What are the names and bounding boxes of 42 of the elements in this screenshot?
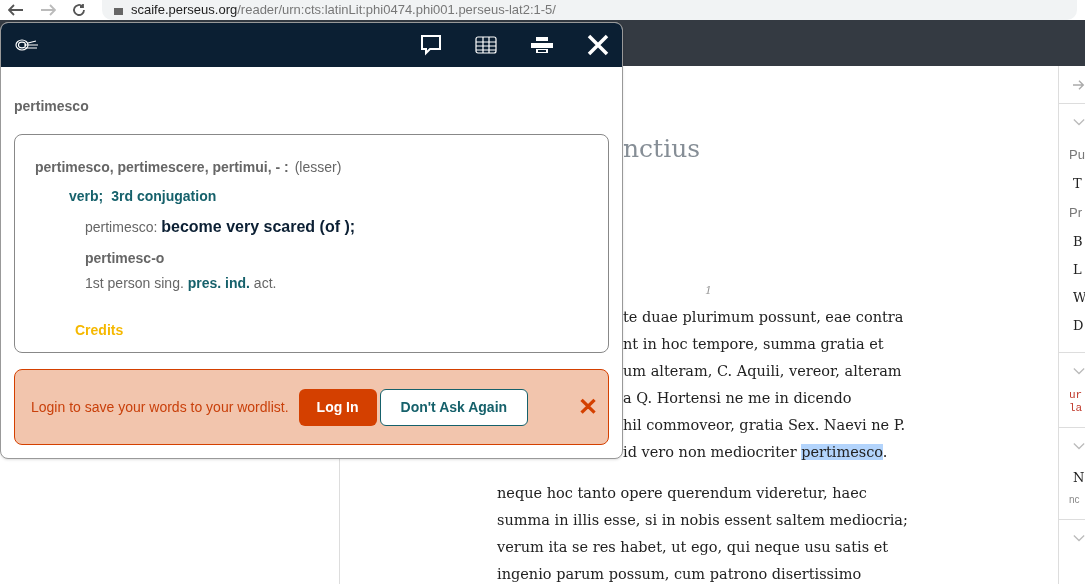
section-heading: Pr [1069,204,1083,223]
text-line: te duae plurimum possunt, eae contra [623,309,904,325]
address-bar[interactable]: scaife.perseus.org/reader/urn:cts:latinLit:phi0474.phi001.perseus-lat2:1-5/ [102,0,1077,20]
lookup-word: pertimesco [14,97,90,116]
metadata-entry: N [1072,469,1085,488]
login-message: Login to save your words to your wordlist. [31,397,289,417]
login-button[interactable]: Log In [298,388,377,426]
table-icon[interactable] [475,36,497,54]
text-line: hil commoveor, gratia Sex. Naevi ne P. [623,417,906,433]
definition: pertimesco: become very scared (of ); [85,217,357,237]
dont-ask-again-button[interactable]: Don't Ask Again [379,388,529,426]
metadata-entry: T [1072,175,1083,194]
word-form: pertimesc-o [85,249,166,268]
section-heading: Pu [1069,146,1085,165]
reload-icon[interactable] [72,3,86,17]
text-line: nt in hoc tempore, summa gratia et [623,336,884,352]
back-icon[interactable] [8,4,24,16]
metadata-entry: B [1072,233,1084,252]
conjugation: 3rd conjugation [111,187,217,206]
close-icon[interactable] [587,34,609,56]
text-line: verum ita se res habet, ut ego, qui neque usu satis et [497,539,889,555]
note-text: nc [1069,493,1081,507]
frequency-label: (lesser) [294,158,342,177]
text-line: id vero non mediocriter pertimesco. [623,444,888,460]
text-line: summa in illis esse, si in nobis essent saltem mediocria; [497,512,908,528]
text-line: a Q. Hortensi ne me in dicendo [623,390,852,406]
close-button[interactable]: ✕ [578,395,598,419]
comment-icon[interactable] [420,34,442,56]
logo-icon [14,37,40,53]
urn-text: ur [1069,389,1084,402]
text-line: neque hoc tanto opere querendum videretur, haec [497,485,867,501]
metadata-entry: L [1072,261,1083,280]
text-line: um alteram, C. Aquili, vereor, alteram [623,363,902,379]
parse-info: 1st person sing. pres. ind. act. [85,274,278,293]
metadata-entry: D [1072,317,1085,336]
urn-text: la [1069,402,1084,415]
print-icon[interactable] [531,36,553,54]
part-of-speech: verb; [69,187,104,206]
verse-number: 1 [705,283,712,299]
headword: pertimesco, pertimescere, pertimui, - : [35,158,289,177]
text-title: nctius [623,133,701,165]
text-line: ingenio parum possum, cum patrono disertissimo [497,566,862,582]
